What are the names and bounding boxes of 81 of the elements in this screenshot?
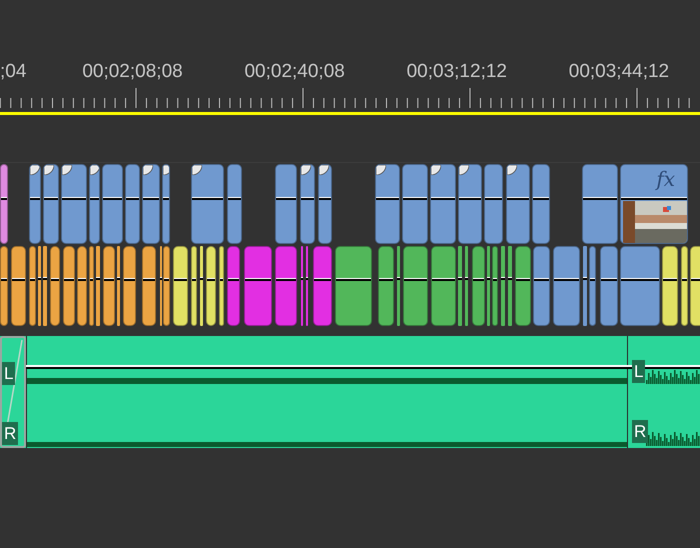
timecode-label: 00;02;08;08 bbox=[82, 62, 183, 84]
timecode-label: 00;03;44;12 bbox=[568, 62, 670, 84]
video-clip[interactable] bbox=[191, 164, 224, 244]
channel-label: R bbox=[632, 420, 648, 443]
video-clip[interactable] bbox=[487, 246, 490, 326]
video-clip[interactable] bbox=[690, 246, 700, 326]
video-clip[interactable] bbox=[163, 246, 170, 326]
video-clip[interactable] bbox=[430, 164, 456, 244]
video-clip[interactable] bbox=[533, 246, 550, 326]
timecode-label: 00;02;40;08 bbox=[244, 62, 345, 84]
video-clip[interactable] bbox=[29, 164, 41, 244]
video-clip[interactable] bbox=[89, 246, 94, 326]
video-clip[interactable] bbox=[63, 246, 75, 326]
video-clip[interactable] bbox=[501, 246, 505, 326]
video-clip[interactable] bbox=[219, 246, 224, 326]
video-clip[interactable] bbox=[375, 164, 400, 244]
audio-clip[interactable]: L R bbox=[0, 336, 26, 448]
video-clip[interactable] bbox=[275, 164, 297, 244]
video-clip[interactable] bbox=[50, 246, 60, 326]
video-clip[interactable] bbox=[300, 164, 315, 244]
effect-label: fx bbox=[656, 169, 675, 189]
video-clip[interactable] bbox=[431, 246, 456, 326]
audio-clip[interactable] bbox=[26, 336, 627, 448]
video-clip[interactable] bbox=[318, 164, 332, 244]
video-clip[interactable] bbox=[582, 164, 618, 244]
video-clip[interactable] bbox=[29, 246, 36, 326]
video-clip[interactable] bbox=[484, 164, 503, 244]
video-clip[interactable] bbox=[458, 164, 482, 244]
video-clip[interactable] bbox=[492, 246, 498, 326]
channel-label: L bbox=[2, 362, 16, 385]
video-clip[interactable] bbox=[43, 164, 59, 244]
video-clip[interactable] bbox=[227, 164, 242, 244]
video-clip[interactable] bbox=[200, 246, 203, 326]
video-clip[interactable] bbox=[600, 246, 618, 326]
video-clip[interactable] bbox=[0, 164, 8, 244]
video-clip[interactable] bbox=[142, 164, 160, 244]
video-clip[interactable] bbox=[532, 164, 550, 244]
video-clip[interactable] bbox=[89, 164, 100, 244]
video-clip[interactable] bbox=[681, 246, 688, 326]
video-clip[interactable] bbox=[227, 246, 240, 326]
video-clip[interactable] bbox=[103, 246, 115, 326]
video-clip[interactable] bbox=[397, 246, 400, 326]
video-clip[interactable] bbox=[162, 164, 170, 244]
video-clip[interactable] bbox=[117, 246, 120, 326]
video-clip[interactable] bbox=[38, 246, 41, 326]
video-clip[interactable] bbox=[206, 246, 216, 326]
video-clip[interactable] bbox=[313, 246, 332, 326]
video-clip[interactable] bbox=[589, 246, 596, 326]
video-clip[interactable] bbox=[662, 246, 678, 326]
channel-label: R bbox=[2, 422, 18, 445]
video-clip[interactable] bbox=[123, 246, 136, 326]
video-clip[interactable] bbox=[173, 246, 188, 326]
video-clip[interactable] bbox=[191, 246, 197, 326]
video-clip[interactable] bbox=[402, 164, 428, 244]
video-clip[interactable] bbox=[472, 246, 485, 326]
video-clip[interactable] bbox=[583, 246, 587, 326]
video-clip[interactable] bbox=[61, 164, 87, 244]
timecode-label: 00;03;12;12 bbox=[406, 62, 507, 84]
video-clip[interactable] bbox=[244, 246, 272, 326]
video-clip[interactable] bbox=[11, 246, 26, 326]
video-clip[interactable] bbox=[142, 246, 156, 326]
video-clip[interactable] bbox=[515, 246, 531, 326]
channel-label: L bbox=[632, 360, 646, 383]
video-clip[interactable] bbox=[458, 246, 462, 326]
video-clip[interactable] bbox=[506, 164, 530, 244]
video-clip[interactable] bbox=[335, 246, 372, 326]
video-clip[interactable] bbox=[43, 246, 47, 326]
video-clip[interactable] bbox=[553, 246, 580, 326]
video-clip[interactable] bbox=[96, 246, 100, 326]
video-clip[interactable] bbox=[403, 246, 428, 326]
video-clip[interactable] bbox=[508, 246, 512, 326]
video-clip[interactable] bbox=[125, 164, 140, 244]
video-clip[interactable] bbox=[378, 246, 394, 326]
video-clip[interactable] bbox=[620, 246, 660, 326]
video-clip[interactable] bbox=[77, 246, 87, 326]
video-clip[interactable] bbox=[275, 246, 297, 326]
video-clip[interactable] bbox=[0, 246, 8, 326]
video-clip[interactable] bbox=[102, 164, 123, 244]
timecode-label: ;04 bbox=[0, 62, 26, 84]
video-clip[interactable] bbox=[465, 246, 468, 326]
audio-clip[interactable]: L R bbox=[627, 336, 700, 448]
